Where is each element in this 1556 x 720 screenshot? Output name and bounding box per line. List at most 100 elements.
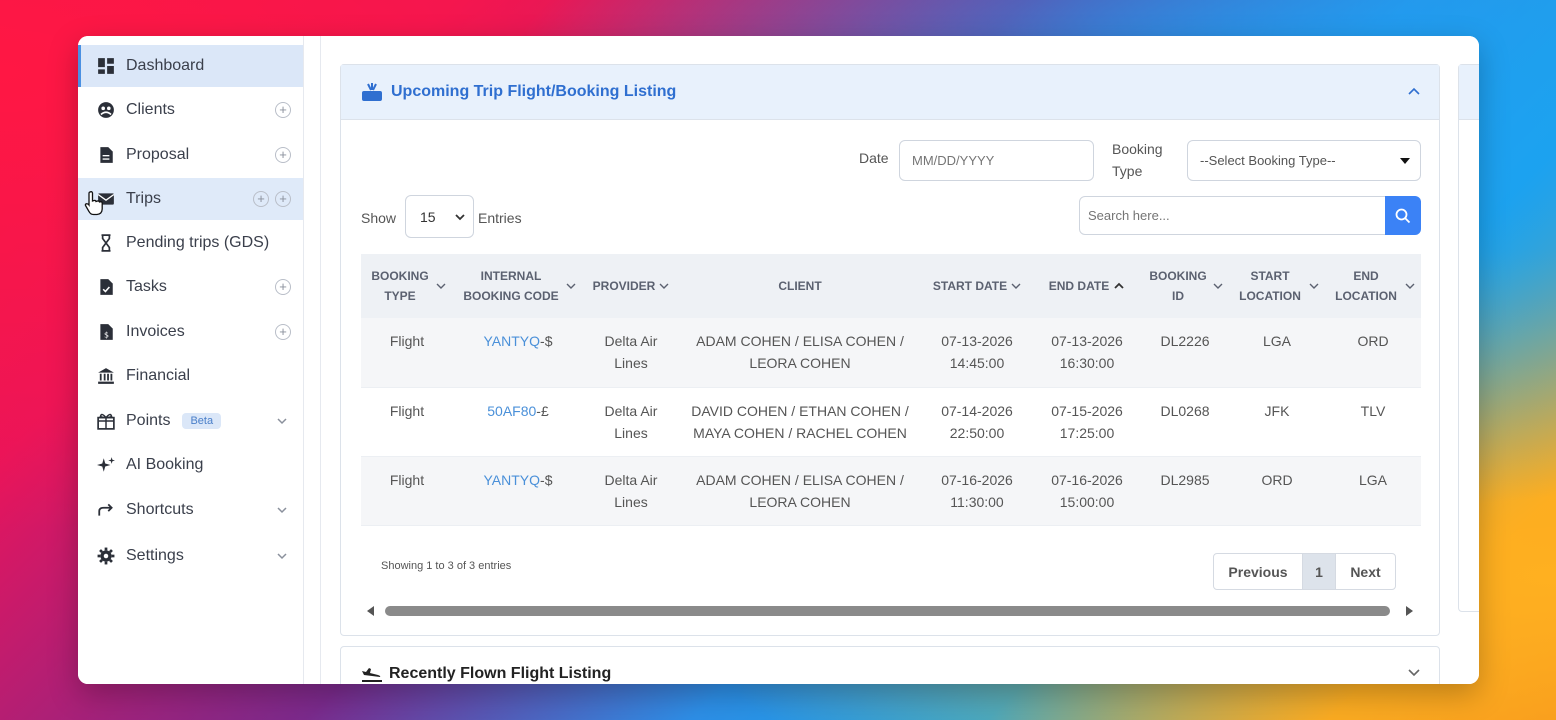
svg-text:$: $ [104, 331, 109, 340]
sidebar-item-label: Trips [126, 190, 161, 207]
sidebar-item-trips[interactable]: Trips + + [78, 178, 303, 220]
bank-icon [96, 366, 116, 386]
column-header[interactable]: PROVIDER [583, 254, 679, 318]
sidebar-item-label: Shortcuts [126, 501, 194, 518]
share-arrow-icon [96, 500, 116, 520]
search-input[interactable] [1079, 196, 1387, 235]
sidebar-item-settings[interactable]: Settings [78, 535, 303, 577]
secondary-panel [1458, 64, 1479, 612]
chevron-down-icon[interactable] [275, 503, 289, 517]
sidebar-item-pending-trips[interactable]: Pending trips (GDS) [78, 222, 303, 264]
page-1-button[interactable]: 1 [1303, 554, 1336, 589]
chevron-up-icon [1114, 282, 1124, 289]
add-invoice-button[interactable]: + [275, 324, 291, 340]
column-header[interactable]: INTERNAL BOOKING CODE [453, 254, 583, 318]
sidebar-item-financial[interactable]: Financial [78, 355, 303, 397]
sidebar-item-dashboard[interactable]: Dashboard [78, 45, 303, 87]
cell-start-date: 07-16-2026 11:30:00 [941, 471, 1013, 510]
cell-start-date: 07-14-2026 22:50:00 [941, 402, 1013, 441]
column-header[interactable]: CLIENT [679, 254, 921, 318]
table-row[interactable]: Flight YANTYQ-$ Delta Air Lines ADAM COH… [361, 456, 1421, 525]
cell-booking-code: YANTYQ-$ [453, 456, 583, 525]
booking-type-select[interactable]: --Select Booking Type-- [1187, 140, 1421, 181]
invoice-icon: $ [96, 322, 116, 342]
currency-suffix: -$ [540, 471, 553, 488]
chevron-down-icon [659, 283, 669, 289]
gear-icon [96, 546, 116, 566]
sidebar-item-points[interactable]: Points Beta [78, 400, 303, 442]
sidebar-item-label: Invoices [126, 323, 185, 340]
sidebar-item-label: Clients [126, 101, 175, 118]
table-row[interactable]: Flight YANTYQ-$ Delta Air Lines ADAM COH… [361, 318, 1421, 387]
scrollbar-thumb[interactable] [385, 606, 1390, 616]
recent-panel[interactable]: Recently Flown Flight Listing [340, 646, 1440, 684]
cell-provider: Delta Air Lines [604, 471, 658, 510]
add-task-button[interactable]: + [275, 279, 291, 295]
column-header[interactable]: START LOCATION [1229, 254, 1325, 318]
panel-header[interactable]: Upcoming Trip Flight/Booking Listing [341, 65, 1439, 120]
sidebar-item-proposal[interactable]: Proposal + [78, 134, 303, 176]
search-button[interactable] [1385, 196, 1421, 235]
add-client-button[interactable]: + [275, 102, 291, 118]
currency-suffix: -£ [536, 402, 549, 419]
flight-takeoff-icon [362, 83, 382, 101]
chevron-down-icon [1309, 283, 1319, 289]
column-header[interactable]: END LOCATION [1325, 254, 1421, 318]
horizontal-scrollbar[interactable] [365, 604, 1415, 616]
entries-summary: Showing 1 to 3 of 3 entries [381, 560, 512, 572]
chevron-down-icon [455, 213, 465, 220]
add-trip-alt-button[interactable]: + [275, 191, 291, 207]
column-header[interactable]: BOOKING ID [1141, 254, 1229, 318]
cell-provider: Delta Air Lines [604, 402, 658, 441]
column-header[interactable]: BOOKING TYPE [361, 254, 453, 318]
scroll-left-icon[interactable] [367, 606, 374, 616]
currency-suffix: -$ [540, 333, 553, 349]
show-label: Show [361, 210, 397, 226]
add-trip-button[interactable]: + [253, 191, 269, 207]
hourglass-icon [96, 233, 116, 253]
sidebar-item-label: Tasks [126, 278, 167, 295]
booking-code-link[interactable]: YANTYQ [484, 333, 541, 349]
date-field[interactable] [899, 140, 1094, 181]
sidebar: Dashboard Clients + Proposal + Trips + + [78, 36, 304, 684]
chevron-down-icon [566, 283, 576, 289]
cell-start-location: JFK [1264, 402, 1290, 419]
panel-title: Recently Flown Flight Listing [389, 665, 612, 682]
chevron-down-icon[interactable] [1407, 665, 1421, 679]
add-proposal-button[interactable]: + [275, 147, 291, 163]
chevron-up-icon[interactable] [1407, 85, 1421, 99]
sidebar-item-invoices[interactable]: $ Invoices + [78, 311, 303, 353]
flight-landing-icon [362, 668, 382, 682]
sidebar-item-tasks[interactable]: Tasks + [78, 266, 303, 308]
booking-code-link[interactable]: 50AF80 [487, 403, 536, 419]
sidebar-item-shortcuts[interactable]: Shortcuts [78, 489, 303, 531]
cell-start-location: LGA [1262, 333, 1291, 349]
sidebar-item-label: Pending trips (GDS) [126, 234, 270, 251]
cell-client: ADAM COHEN / ELISA COHEN / LEORA COHEN [696, 333, 904, 371]
column-header[interactable]: START DATE [921, 254, 1033, 318]
sidebar-item-ai-booking[interactable]: AI Booking [78, 444, 303, 486]
scroll-right-icon[interactable] [1406, 606, 1413, 616]
sidebar-item-label: Points [126, 412, 171, 429]
cell-booking-type: Flight [389, 471, 425, 488]
next-button[interactable]: Next [1336, 554, 1395, 589]
cell-booking-id: DL2985 [1160, 471, 1210, 488]
table-row[interactable]: Flight 50AF80-£ Delta Air Lines DAVID CO… [361, 387, 1421, 456]
main-content: Upcoming Trip Flight/Booking Listing Dat… [305, 36, 1479, 684]
sidebar-item-label: Settings [126, 547, 184, 564]
cell-booking-type: Flight [389, 402, 425, 419]
chevron-down-icon[interactable] [275, 549, 289, 563]
column-header[interactable]: END DATE [1033, 254, 1141, 318]
sidebar-item-clients[interactable]: Clients + [78, 89, 303, 131]
cell-end-date: 07-13-2026 16:30:00 [1051, 333, 1123, 371]
panel-title: Upcoming Trip Flight/Booking Listing [391, 83, 677, 100]
cell-booking-id: DL0268 [1160, 402, 1210, 419]
previous-button[interactable]: Previous [1214, 554, 1303, 589]
chevron-down-icon[interactable] [275, 414, 289, 428]
sidebar-item-label: Proposal [126, 146, 190, 163]
caret-down-icon [1400, 157, 1410, 164]
table-header-row: BOOKING TYPE INTERNAL BOOKING CODE PROVI… [361, 254, 1421, 318]
entries-select[interactable]: 15 [405, 195, 474, 238]
booking-code-link[interactable]: YANTYQ [484, 472, 541, 488]
sparkle-icon [96, 455, 116, 475]
